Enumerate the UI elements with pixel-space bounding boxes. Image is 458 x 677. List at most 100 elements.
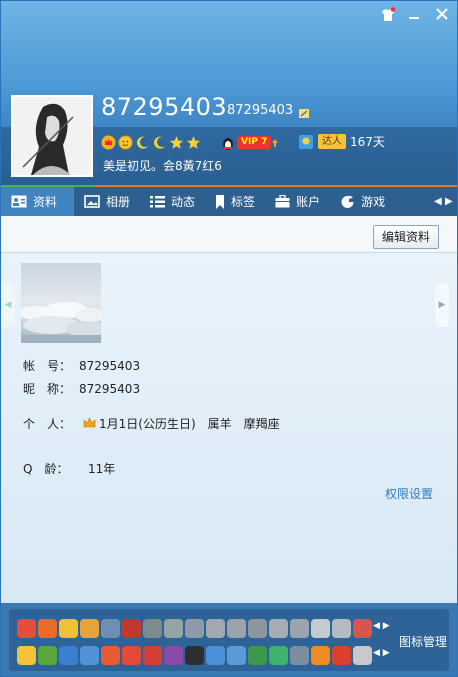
service-icon[interactable] xyxy=(122,619,141,638)
tab-label: 相册 xyxy=(106,195,131,209)
service-icon[interactable] xyxy=(164,646,183,665)
service-icon[interactable] xyxy=(311,646,330,665)
service-icon[interactable] xyxy=(206,646,225,665)
service-icon[interactable] xyxy=(206,619,225,638)
service-icon[interactable] xyxy=(227,646,246,665)
tab-label: 资料 xyxy=(33,195,58,209)
signature[interactable]: 美是初见。会8黃7红6 xyxy=(103,157,222,174)
age-row: Q 龄： 11年 xyxy=(23,460,115,477)
profile-window: 87295403 87295403 VIP 7 达人 167天 美是初见。会8黃… xyxy=(0,0,458,677)
star-icon xyxy=(187,135,200,149)
icon-row-1 xyxy=(17,619,372,638)
service-icon[interactable] xyxy=(353,619,372,638)
service-icon[interactable] xyxy=(80,646,99,665)
penguin-icon xyxy=(223,137,233,150)
tshirt-icon[interactable] xyxy=(379,7,397,25)
pencil-icon[interactable] xyxy=(299,109,309,118)
icon-manager-link[interactable]: 图标管理 xyxy=(399,633,447,650)
icon-row-1-arrows[interactable]: ◀ ▶ xyxy=(373,621,390,631)
service-icon[interactable] xyxy=(38,646,57,665)
bookmark-icon xyxy=(216,194,225,209)
nick-row: 昵 称： 87295403 xyxy=(23,380,140,397)
service-icon[interactable] xyxy=(248,646,267,665)
active-days: 167天 xyxy=(350,135,385,149)
crown-icon xyxy=(101,135,116,149)
tab-bar: 资料 相册 动态 标签 账户 游戏 xyxy=(1,187,457,216)
tab-feed[interactable]: 动态 xyxy=(140,187,205,216)
vip-label: VIP 7 xyxy=(237,136,272,149)
list-icon xyxy=(150,196,166,208)
sun-icon xyxy=(118,135,133,149)
service-icon[interactable] xyxy=(59,619,78,638)
nickname: 87295403 xyxy=(101,93,228,121)
tab-scroll-left-icon[interactable]: ◀ xyxy=(434,187,442,216)
service-icon[interactable] xyxy=(185,619,204,638)
tab-account[interactable]: 账户 xyxy=(265,187,330,216)
tab-label: 动态 xyxy=(171,195,196,209)
service-icon[interactable] xyxy=(101,646,120,665)
cover-photo[interactable] xyxy=(21,263,101,343)
service-icon[interactable] xyxy=(290,619,309,638)
service-icon[interactable] xyxy=(17,619,36,638)
account-value: 87295403 xyxy=(79,359,141,373)
zodiac: 属羊 xyxy=(207,417,232,431)
personal-label: 个 人： xyxy=(23,417,72,431)
service-icon[interactable] xyxy=(248,619,267,638)
moon-icon xyxy=(137,136,148,149)
tab-scroll-right-icon[interactable]: ▶ xyxy=(445,187,453,216)
qq-number: 87295403 xyxy=(227,103,294,118)
service-icon[interactable] xyxy=(185,646,204,665)
close-icon[interactable] xyxy=(433,7,451,25)
daren-badge[interactable]: 达人 167天 xyxy=(298,133,385,150)
tab-games[interactable]: 游戏 xyxy=(330,187,395,216)
crown-icon xyxy=(83,417,96,428)
birthday: 1月1日(公历生日) xyxy=(99,417,196,431)
icon-row-2-arrows[interactable]: ◀ ▶ xyxy=(373,648,390,658)
service-icon[interactable] xyxy=(227,619,246,638)
service-icon[interactable] xyxy=(122,646,141,665)
tab-label: 游戏 xyxy=(361,195,386,209)
service-icon[interactable] xyxy=(80,619,99,638)
card-icon xyxy=(11,195,27,208)
star-icon xyxy=(170,135,183,149)
service-icon[interactable] xyxy=(353,646,372,665)
service-icon[interactable] xyxy=(101,619,120,638)
service-icon[interactable] xyxy=(59,646,78,665)
tab-label: 标签 xyxy=(231,195,256,209)
service-icon[interactable] xyxy=(290,646,309,665)
nick-label: 昵 称： xyxy=(23,382,72,396)
personal-row: 个 人： 1月1日(公历生日) 属羊 摩羯座 xyxy=(23,415,280,432)
vip-badge[interactable]: VIP 7 xyxy=(221,135,279,150)
permission-settings-link[interactable]: 权限设置 xyxy=(385,485,433,502)
edit-profile-button[interactable]: 编辑资料 xyxy=(372,225,439,249)
service-icon[interactable] xyxy=(332,619,351,638)
tab-album[interactable]: 相册 xyxy=(74,187,140,216)
minimize-icon[interactable] xyxy=(405,7,423,25)
service-icon[interactable] xyxy=(17,646,36,665)
photo-icon xyxy=(84,195,100,208)
account-row: 帐 号： 87295403 xyxy=(23,357,140,374)
service-icon[interactable] xyxy=(269,646,288,665)
service-icon[interactable] xyxy=(143,619,162,638)
daren-icon xyxy=(299,134,313,149)
toolbar: 编辑资料 xyxy=(1,216,457,253)
service-icon[interactable] xyxy=(311,619,330,638)
tab-tags[interactable]: 标签 xyxy=(205,187,265,216)
account-label: 帐 号： xyxy=(23,359,72,373)
service-icon[interactable] xyxy=(143,646,162,665)
service-icon[interactable] xyxy=(269,619,288,638)
arrow-up-icon xyxy=(272,138,279,147)
tab-info[interactable]: 资料 xyxy=(1,187,74,216)
next-arrow-icon[interactable]: ▶ xyxy=(435,283,449,327)
age-value: 11年 xyxy=(88,462,116,476)
nick-value: 87295403 xyxy=(79,382,141,396)
service-icon[interactable] xyxy=(332,646,351,665)
avatar[interactable] xyxy=(11,95,93,177)
constellation: 摩羯座 xyxy=(243,417,280,431)
service-icon[interactable] xyxy=(164,619,183,638)
level-badges[interactable] xyxy=(101,133,201,151)
tab-label: 账户 xyxy=(296,195,321,209)
prev-arrow-icon[interactable]: ◀ xyxy=(1,283,15,327)
service-icon[interactable] xyxy=(38,619,57,638)
moon-icon xyxy=(154,136,165,149)
